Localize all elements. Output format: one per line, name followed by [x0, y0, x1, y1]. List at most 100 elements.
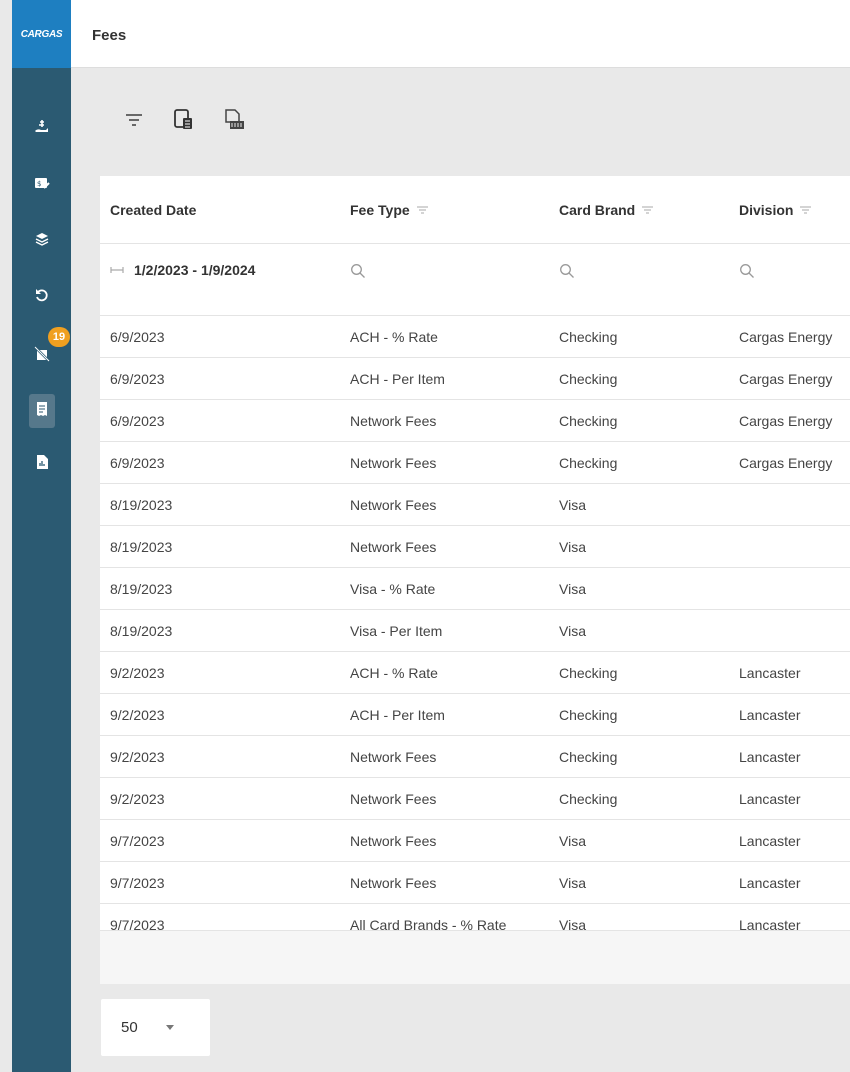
export-excel-button[interactable] [170, 106, 198, 134]
table-row[interactable]: 8/19/2023 Visa - Per Item Visa [100, 610, 850, 652]
table-cell: Lancaster [739, 749, 801, 765]
table-cell: Checking [559, 329, 618, 345]
sidebar-item-invoices[interactable]: $ [12, 167, 71, 203]
table-cell: ACH - % Rate [350, 665, 438, 681]
table-row[interactable]: 8/19/2023 Visa - % Rate Visa [100, 568, 850, 610]
table-cell: Visa [559, 623, 586, 639]
table-cell: Checking [559, 791, 618, 807]
column-header-fee-type[interactable]: Fee Type [350, 202, 429, 218]
table-cell: Lancaster [739, 917, 801, 930]
sidebar-item-payments[interactable] [12, 111, 71, 147]
table-cell: 6/9/2023 [110, 329, 165, 345]
table-cell: Network Fees [350, 413, 437, 429]
table-footer [100, 930, 850, 984]
table-cell: Checking [559, 455, 618, 471]
table-cell: Lancaster [739, 875, 801, 891]
sidebar-item-fees[interactable] [12, 393, 71, 429]
table-row[interactable]: 9/7/2023 Network Fees Visa Lancaster [100, 820, 850, 862]
filter-icon [126, 114, 142, 126]
table-cell: 6/9/2023 [110, 413, 165, 429]
column-filter-icon[interactable] [641, 205, 654, 215]
fees-table: Created Date Fee Type Card Brand Divisio… [100, 176, 850, 984]
table-row[interactable]: 6/9/2023 All Card Brands - Per Item Visa La… [100, 300, 850, 316]
invoice-pay-icon: $ [34, 175, 50, 196]
table-cell: Lancaster [739, 300, 800, 303]
column-filter-icon[interactable] [799, 205, 812, 215]
table-cell: Checking [559, 413, 618, 429]
chevron-down-icon [165, 1025, 174, 1030]
table-cell: Network Fees [350, 833, 437, 849]
export-file-button[interactable] [220, 106, 248, 134]
table-toolbar [120, 104, 248, 136]
table-cell: Cargas Energy [739, 329, 833, 345]
sidebar-item-layers[interactable] [12, 223, 71, 259]
table-cell: Checking [559, 749, 618, 765]
table-cell: Visa [559, 875, 586, 891]
table-row[interactable]: 9/2/2023 Network Fees Checking Lancaster [100, 778, 850, 820]
table-cell: 6/9/2023 [110, 455, 165, 471]
table-row[interactable]: 8/19/2023 Network Fees Visa [100, 484, 850, 526]
table-row[interactable]: 6/9/2023 Network Fees Checking Cargas Energ… [100, 442, 850, 484]
table-cell: Cargas Energy [739, 455, 833, 471]
logo-text: CARGAS [20, 28, 63, 40]
blocked-tag-icon [33, 345, 50, 367]
table-row[interactable]: 9/7/2023 All Card Brands - % Rate Visa Lanc… [100, 904, 850, 930]
search-icon[interactable] [350, 263, 366, 279]
notification-badge: 19 [48, 327, 70, 347]
table-cell: Checking [559, 371, 618, 387]
column-header-card-brand[interactable]: Card Brand [559, 202, 654, 218]
column-header-division[interactable]: Division [739, 202, 812, 218]
sidebar-item-reports[interactable] [12, 446, 71, 482]
table-row[interactable]: 9/2/2023 Network Fees Checking Lancaster [100, 736, 850, 778]
table-cell: Checking [559, 707, 618, 723]
table-cell: Checking [559, 665, 618, 681]
filter-button[interactable] [120, 106, 148, 134]
top-bar: Fees [71, 0, 850, 68]
table-header: Created Date Fee Type Card Brand Divisio… [100, 176, 850, 244]
table-cell: 9/7/2023 [110, 917, 165, 930]
table-cell: All Card Brands - % Rate [350, 917, 507, 930]
table-cell: Visa [559, 300, 586, 303]
page-size-value: 50 [121, 1019, 138, 1036]
table-cell: Network Fees [350, 497, 437, 513]
page-size-select[interactable]: 50 [101, 999, 210, 1056]
table-cell: ACH - Per Item [350, 371, 445, 387]
table-cell: ACH - % Rate [350, 329, 438, 345]
table-cell: Lancaster [739, 791, 801, 807]
date-range-icon [110, 267, 124, 273]
table-cell: 9/2/2023 [110, 665, 165, 681]
table-cell: Network Fees [350, 539, 437, 555]
table-row[interactable]: 9/2/2023 ACH - % Rate Checking Lancaster [100, 652, 850, 694]
svg-text:$: $ [37, 180, 41, 188]
payment-hand-icon [34, 119, 50, 140]
table-cell: ACH - Per Item [350, 707, 445, 723]
table-row[interactable]: 8/19/2023 Network Fees Visa [100, 526, 850, 568]
date-range-filter[interactable]: 1/2/2023 - 1/9/2024 [110, 262, 255, 278]
table-cell: Visa [559, 539, 586, 555]
table-cell: 9/2/2023 [110, 791, 165, 807]
export-file-icon [225, 109, 244, 129]
table-row[interactable]: 9/2/2023 ACH - Per Item Checking Lancaster [100, 694, 850, 736]
layers-icon [34, 231, 50, 252]
column-header-created-date[interactable]: Created Date [110, 202, 196, 218]
table-cell: Lancaster [739, 665, 801, 681]
table-row[interactable]: 6/9/2023 Network Fees Checking Cargas Energ… [100, 400, 850, 442]
page-title: Fees [92, 27, 127, 44]
table-cell: Visa [559, 917, 586, 930]
sidebar-item-refunds[interactable] [12, 279, 71, 315]
table-cell: Network Fees [350, 875, 437, 891]
table-cell: 9/2/2023 [110, 707, 165, 723]
table-cell: 9/7/2023 [110, 833, 165, 849]
table-cell: Network Fees [350, 791, 437, 807]
sidebar-item-blocked[interactable]: 19 [12, 327, 71, 374]
table-cell: Lancaster [739, 833, 801, 849]
search-icon[interactable] [739, 263, 755, 279]
table-cell: 8/19/2023 [110, 497, 173, 513]
search-icon[interactable] [559, 263, 575, 279]
table-cell: Cargas Energy [739, 371, 833, 387]
table-row[interactable]: 9/7/2023 Network Fees Visa Lancaster [100, 862, 850, 904]
logo[interactable]: CARGAS [12, 0, 71, 68]
table-row[interactable]: 6/9/2023 ACH - % Rate Checking Cargas Energ… [100, 316, 850, 358]
table-row[interactable]: 6/9/2023 ACH - Per Item Checking Cargas Ene… [100, 358, 850, 400]
column-filter-icon[interactable] [416, 205, 429, 215]
